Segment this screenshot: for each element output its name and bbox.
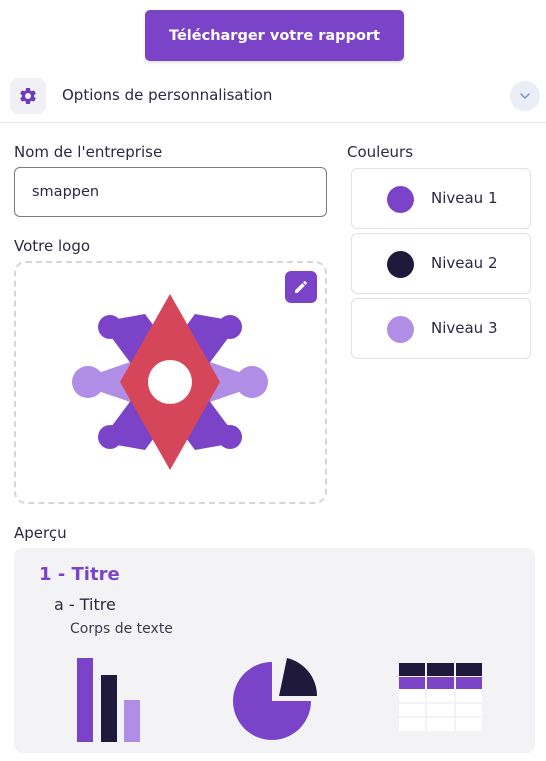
divider (0, 122, 546, 123)
company-name-input[interactable] (14, 167, 327, 217)
color-level-3-card[interactable]: Niveau 3 (351, 298, 531, 359)
company-logo-image (72, 294, 268, 470)
color-level-name: Niveau 2 (431, 254, 498, 272)
color-level-2-card[interactable]: Niveau 2 (351, 233, 531, 294)
company-name-label: Nom de l'entreprise (14, 143, 163, 161)
options-title: Options de personnalisation (62, 86, 273, 104)
download-report-button[interactable]: Télécharger votre rapport (145, 10, 404, 61)
preview-label: Aperçu (14, 524, 67, 542)
preview-heading-1: 1 - Titre (39, 564, 120, 585)
edit-logo-button[interactable] (285, 271, 317, 303)
preview-body-text: Corps de texte (70, 621, 173, 637)
logo-label: Votre logo (14, 237, 91, 255)
gear-icon (10, 78, 46, 114)
preview-heading-2: a - Titre (54, 595, 116, 614)
color-level-name: Niveau 3 (431, 319, 498, 337)
color-swatch (387, 251, 414, 278)
color-swatch (387, 316, 414, 343)
pencil-icon (295, 280, 308, 293)
colors-label: Couleurs (347, 143, 414, 161)
chevron-down-icon[interactable] (510, 81, 540, 111)
color-level-name: Niveau 1 (431, 189, 498, 207)
color-swatch (387, 186, 414, 213)
customization-options-header[interactable]: Options de personnalisation (0, 72, 546, 124)
color-level-1-card[interactable]: Niveau 1 (351, 168, 531, 229)
